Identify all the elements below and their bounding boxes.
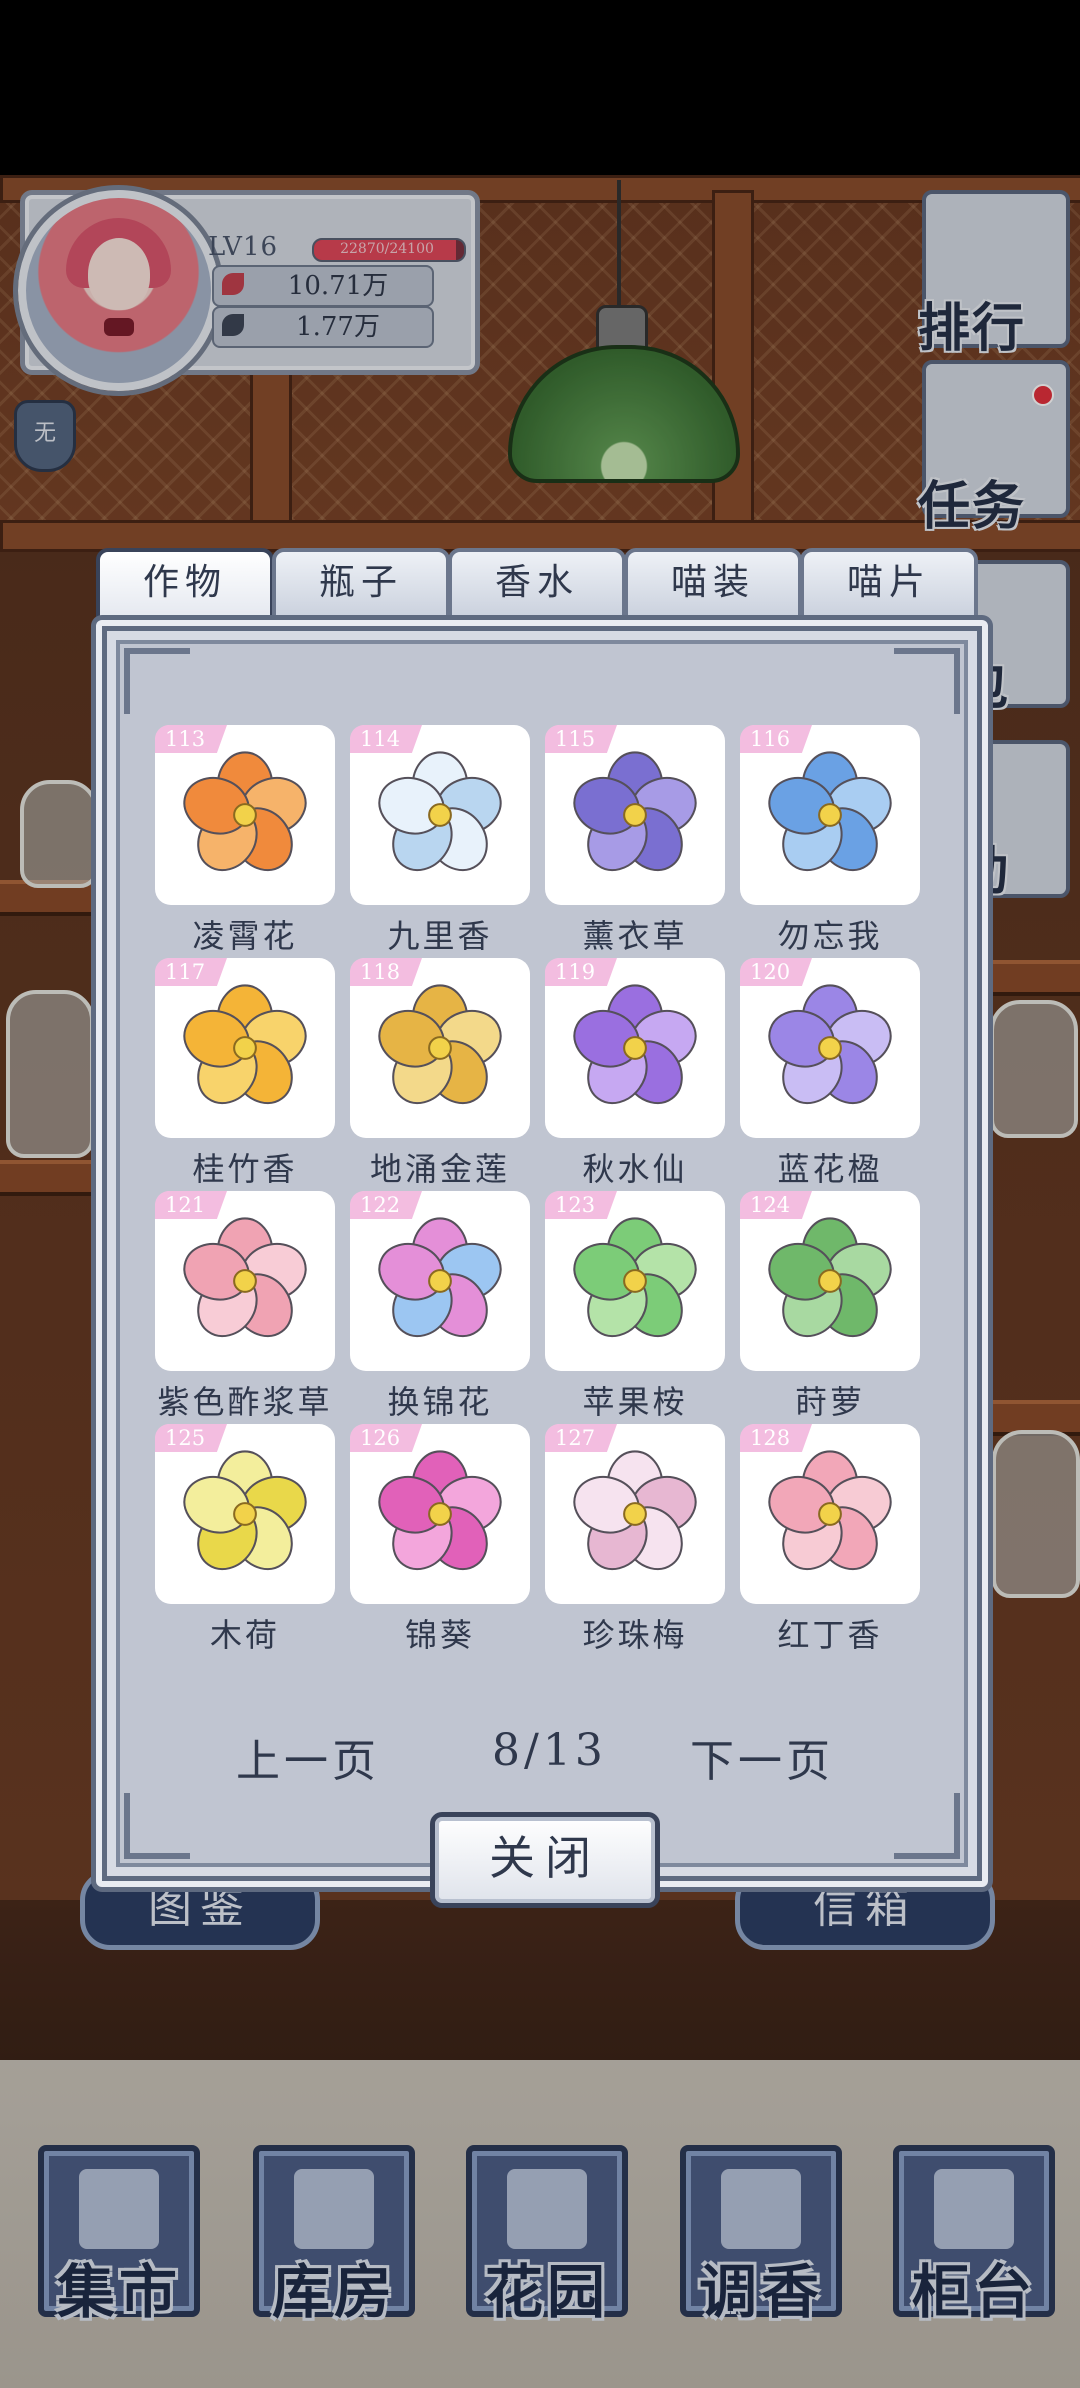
- corner-ornament: [124, 648, 190, 714]
- flower-icon: [573, 1450, 697, 1571]
- flower-card[interactable]: 125: [155, 1424, 335, 1604]
- flower-card[interactable]: 128: [740, 1424, 920, 1604]
- flower-card[interactable]: 127: [545, 1424, 725, 1604]
- flower-card[interactable]: 119: [545, 958, 725, 1138]
- flower-card[interactable]: 124: [740, 1191, 920, 1371]
- flower-icon: [768, 1217, 892, 1338]
- flower-icon: [183, 984, 307, 1105]
- flower-card[interactable]: 121: [155, 1191, 335, 1371]
- tab-cat-cards[interactable]: 喵片: [800, 548, 978, 626]
- flower-card[interactable]: 122: [350, 1191, 530, 1371]
- flower-card[interactable]: 113: [155, 725, 335, 905]
- flower-icon: [768, 751, 892, 872]
- flower-card[interactable]: 117: [155, 958, 335, 1138]
- flower-name: 蓝花楹: [777, 1150, 883, 1188]
- flower-card[interactable]: 116: [740, 725, 920, 905]
- flower-icon: [573, 751, 697, 872]
- flower-icon: [378, 1217, 502, 1338]
- tab-perfume[interactable]: 香水: [448, 548, 626, 626]
- flower-card[interactable]: 126: [350, 1424, 530, 1604]
- collection-tabs: 作物 瓶子 香水 喵装 喵片: [96, 548, 978, 626]
- flower-icon: [183, 1217, 307, 1338]
- flower-name: 勿忘我: [777, 917, 883, 955]
- next-page-button[interactable]: 下一页: [690, 1725, 834, 1789]
- flower-card[interactable]: 118: [350, 958, 530, 1138]
- flower-card[interactable]: 120: [740, 958, 920, 1138]
- flower-icon: [183, 751, 307, 872]
- corner-ornament: [894, 648, 960, 714]
- tab-crops[interactable]: 作物: [96, 548, 274, 626]
- flower-icon: [768, 1450, 892, 1571]
- flower-name: 红丁香: [777, 1616, 883, 1654]
- page-indicator: 8/13: [492, 1725, 607, 1776]
- close-button[interactable]: 关闭: [430, 1812, 660, 1908]
- flower-icon: [378, 1450, 502, 1571]
- flower-icon: [573, 984, 697, 1105]
- flower-card[interactable]: 114: [350, 725, 530, 905]
- flower-name: 莳萝: [794, 1383, 865, 1421]
- flower-icon: [573, 1217, 697, 1338]
- prev-page-button[interactable]: 上一页: [236, 1725, 380, 1789]
- flower-icon: [378, 984, 502, 1105]
- corner-ornament: [124, 1793, 190, 1859]
- corner-ornament: [894, 1793, 960, 1859]
- tab-cat-outfits[interactable]: 喵装: [624, 548, 802, 626]
- flower-card[interactable]: 115: [545, 725, 725, 905]
- flower-icon: [378, 751, 502, 872]
- flower-icon: [768, 984, 892, 1105]
- flower-icon: [183, 1450, 307, 1571]
- tab-bottles[interactable]: 瓶子: [272, 548, 450, 626]
- flower-card[interactable]: 123: [545, 1191, 725, 1371]
